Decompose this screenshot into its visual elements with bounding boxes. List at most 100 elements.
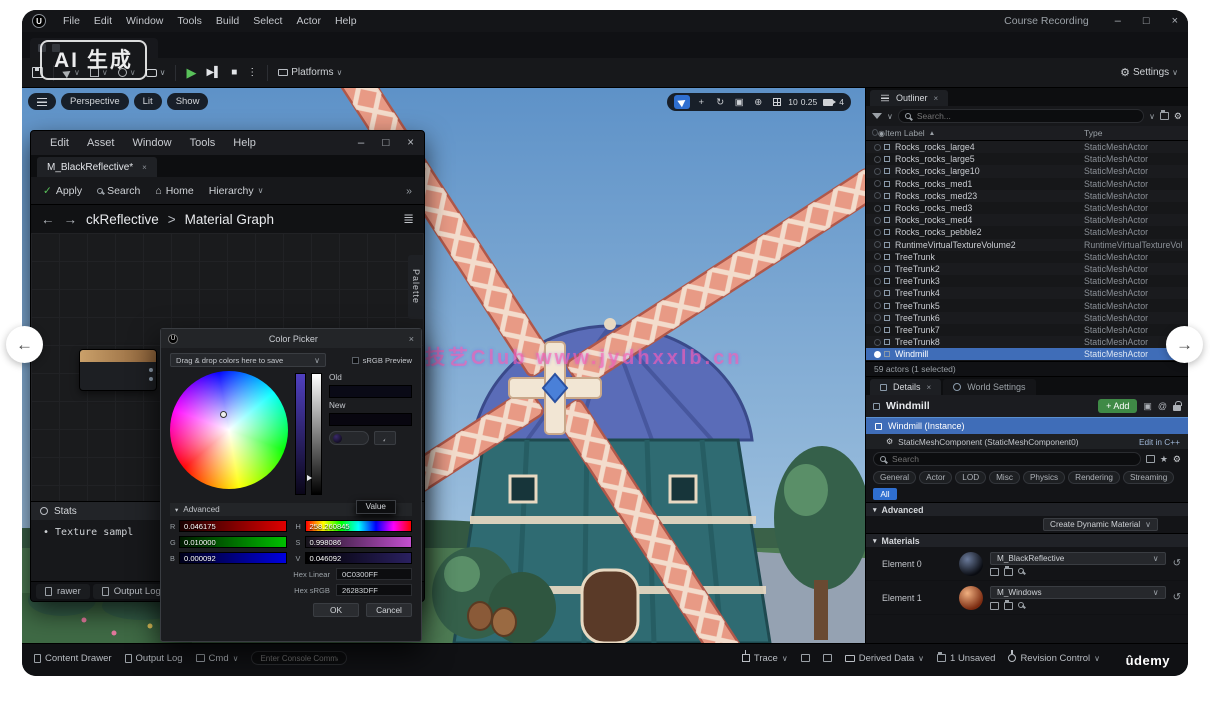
material-dropdown[interactable]: M_Windows ∨ <box>990 586 1166 599</box>
filter-chip[interactable]: Physics <box>1023 471 1065 484</box>
visibility-icon[interactable] <box>871 156 884 163</box>
material-node[interactable] <box>79 349 157 391</box>
visibility-icon[interactable] <box>871 180 884 187</box>
close-icon[interactable]: × <box>927 383 932 392</box>
instance-row[interactable]: Windmill (Instance) <box>866 417 1188 434</box>
back-icon[interactable]: ← <box>41 212 55 227</box>
use-selected-icon[interactable] <box>990 602 999 610</box>
cmd-dropdown[interactable]: Cmd ∨ <box>196 653 239 664</box>
menu-item[interactable]: Asset <box>78 137 124 149</box>
table-row[interactable]: TreeTrunk6 StaticMeshActor <box>866 312 1188 324</box>
value-slider[interactable] <box>311 373 322 495</box>
scale-tool[interactable]: ▣ <box>731 95 747 109</box>
outliner-search-input[interactable] <box>915 110 1137 122</box>
create-dynamic-material-dropdown[interactable]: Create Dynamic Material ∨ <box>1043 518 1158 531</box>
menu-item[interactable]: Window <box>123 137 180 149</box>
maximize-icon[interactable]: □ <box>382 137 389 149</box>
details-search[interactable] <box>873 452 1141 466</box>
filter-chip[interactable]: Rendering <box>1068 471 1120 484</box>
content-drawer-button[interactable]: Content Drawer <box>34 653 112 664</box>
component-row[interactable]: ⚙ StaticMeshComponent (StaticMeshCompone… <box>866 434 1188 449</box>
viewport-mode-pill[interactable]: Lit <box>134 93 162 110</box>
srgb-toggle[interactable]: sRGB Preview <box>352 356 412 365</box>
hex-srgb-input[interactable]: 26283DFF <box>336 584 412 596</box>
select-tool[interactable] <box>674 95 690 109</box>
platforms-dropdown[interactable]: Platforms ∨ <box>278 67 342 78</box>
camera-speed-button[interactable] <box>820 95 836 109</box>
table-row[interactable]: TreeTrunk StaticMeshActor <box>866 251 1188 263</box>
filter-chip[interactable]: Misc <box>989 471 1020 484</box>
find-icon[interactable] <box>1018 602 1024 608</box>
table-row[interactable]: Windmill StaticMeshActor <box>866 348 1188 360</box>
table-row[interactable]: Rocks_rocks_large5 StaticMeshActor <box>866 153 1188 165</box>
type-column[interactable]: Type <box>1084 128 1188 138</box>
blueprint-convert-icon[interactable]: ▣ <box>1143 401 1152 412</box>
add-component-button[interactable]: + Add <box>1098 399 1137 413</box>
blue-channel-input[interactable]: 0.000092 <box>179 552 287 564</box>
filter-chip[interactable]: Actor <box>919 471 952 484</box>
visibility-icon[interactable] <box>871 205 884 212</box>
status-tool-icon[interactable] <box>823 654 832 662</box>
details-settings-icon[interactable]: ⚙ <box>1173 454 1181 465</box>
close-icon[interactable]: × <box>1172 15 1178 27</box>
table-row[interactable]: Rocks_rocks_pebble2 StaticMeshActor <box>866 226 1188 238</box>
tab-world-settings[interactable]: World Settings <box>943 379 1035 395</box>
palette-tab[interactable]: Palette <box>408 255 424 319</box>
settings-dropdown[interactable]: ⚙ Settings ∨ <box>1120 66 1178 79</box>
chevron-down-icon[interactable]: ∨ <box>887 112 893 121</box>
output-log-tab[interactable]: Output Log <box>93 584 170 599</box>
visibility-icon[interactable] <box>871 229 884 236</box>
grid-snap-value[interactable]: 10 <box>788 97 797 107</box>
cinematics-dropdown[interactable]: ∨ <box>146 68 166 77</box>
content-drawer-tab[interactable]: rawer <box>36 584 90 599</box>
visibility-icon[interactable] <box>871 241 884 248</box>
filter-chip[interactable]: LOD <box>955 471 986 484</box>
grid-snap-toggle[interactable] <box>769 95 785 109</box>
status-tool-icon[interactable] <box>801 654 810 662</box>
hierarchy-dropdown[interactable]: Hierarchy ∨ <box>209 185 264 197</box>
menu-item[interactable]: File <box>56 15 87 27</box>
search-button[interactable]: Search <box>97 185 140 197</box>
node-pin[interactable] <box>149 377 153 381</box>
rotate-tool[interactable]: ↻ <box>712 95 728 109</box>
menu-item[interactable]: Tools <box>170 15 209 27</box>
table-row[interactable]: TreeTrunk7 StaticMeshActor <box>866 324 1188 336</box>
world-space-toggle[interactable]: ⊕ <box>750 95 766 109</box>
theme-dropdown[interactable]: Drag & drop colors here to save ∨ <box>170 353 326 367</box>
unsaved-button[interactable]: 1 Unsaved <box>937 653 995 664</box>
chevron-down-icon[interactable]: ∨ <box>1149 112 1155 121</box>
menu-item[interactable]: Help <box>224 137 265 149</box>
reset-to-default-icon[interactable]: ↺ <box>1173 592 1181 603</box>
close-icon[interactable]: × <box>142 163 147 172</box>
minimize-icon[interactable]: – <box>1115 15 1121 27</box>
play-button[interactable]: ▶ <box>186 65 196 81</box>
camera-speed-value[interactable]: 4 <box>839 97 844 107</box>
frame-skip-button[interactable]: ▶▌ <box>206 67 221 78</box>
saturation-channel-input[interactable]: 0.998086 <box>305 536 413 548</box>
viewport-menu-button[interactable] <box>28 93 56 110</box>
use-selected-icon[interactable] <box>990 568 999 576</box>
visibility-icon[interactable] <box>871 326 884 333</box>
visibility-icon[interactable] <box>871 168 884 175</box>
visibility-icon[interactable] <box>871 253 884 260</box>
graph-list-icon[interactable]: ≣ <box>403 211 414 227</box>
outliner-settings-icon[interactable]: ⚙ <box>1174 111 1182 122</box>
table-row[interactable]: Rocks_rocks_large4 StaticMeshActor <box>866 141 1188 153</box>
visibility-icon[interactable] <box>871 144 884 151</box>
filter-funnel-icon[interactable] <box>872 113 882 119</box>
color-dot-button[interactable] <box>329 431 369 445</box>
material-thumbnail[interactable] <box>959 586 983 610</box>
materials-section-header[interactable]: ▾ Materials <box>866 533 1188 547</box>
visibility-icon[interactable] <box>871 314 884 321</box>
advanced-section-header[interactable]: ▾ Advanced Value <box>170 503 412 516</box>
tab-details[interactable]: Details × <box>870 379 941 395</box>
filter-chip[interactable]: Streaming <box>1123 471 1174 484</box>
table-row[interactable]: TreeTrunk8 StaticMeshActor <box>866 336 1188 348</box>
value-channel-input[interactable]: 0.046092 <box>305 552 413 564</box>
player-prev-button[interactable]: ← <box>6 326 43 363</box>
menu-item[interactable]: Actor <box>289 15 328 27</box>
viewport-mode-pill[interactable]: Perspective <box>61 93 129 110</box>
reset-to-default-icon[interactable]: ↺ <box>1173 558 1181 569</box>
table-row[interactable]: Rocks_rocks_med3 StaticMeshActor <box>866 202 1188 214</box>
new-folder-icon[interactable] <box>1160 112 1169 120</box>
